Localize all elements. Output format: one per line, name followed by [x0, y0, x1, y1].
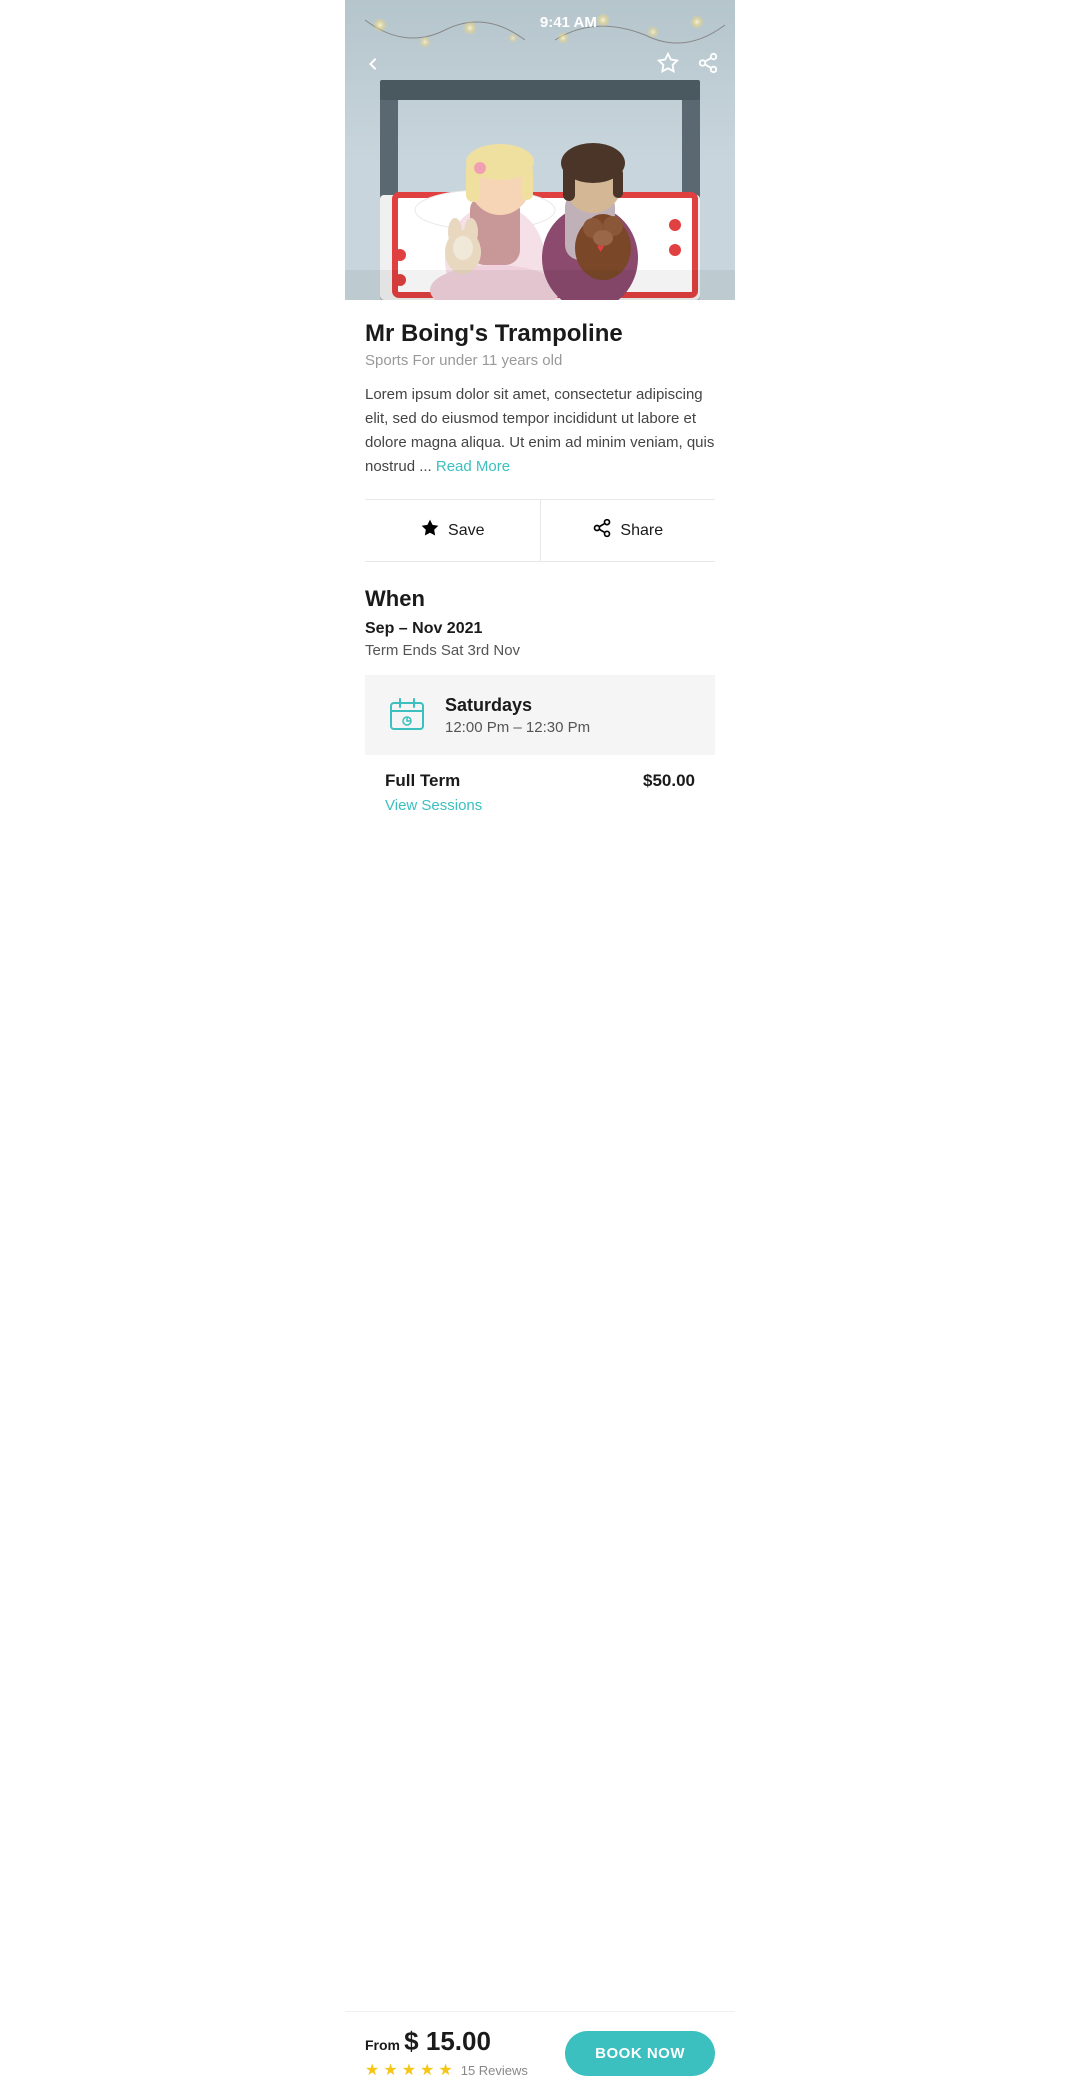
description-text: Lorem ipsum dolor sit amet, consectetur …	[365, 386, 714, 475]
schedule-day: Saturdays	[445, 695, 590, 716]
hero-scene-svg: ♥	[345, 0, 735, 300]
battery-percent: 20%	[1011, 15, 1037, 30]
wifi-icon	[110, 16, 126, 29]
activity-description: Lorem ipsum dolor sit amet, consectetur …	[365, 383, 715, 479]
signal-dots	[16, 18, 60, 26]
svg-text:♥: ♥	[597, 241, 604, 255]
action-row: Save Share	[365, 499, 715, 562]
pricing-row: Full Term $50.00	[385, 771, 695, 791]
star-5: ★	[438, 2060, 452, 2080]
date-range: Sep – Nov 2021	[365, 620, 715, 638]
share-button[interactable]: Share	[541, 500, 716, 561]
battery-icon	[1042, 16, 1064, 28]
star-3: ★	[402, 2060, 416, 2080]
save-hero-button[interactable]	[657, 52, 679, 80]
read-more-button[interactable]: Read More	[436, 458, 510, 475]
star-4: ★	[420, 2060, 434, 2080]
activity-title: Mr Boing's Trampoline	[365, 320, 715, 348]
save-label: Save	[448, 522, 484, 540]
star-1: ★	[365, 2060, 379, 2080]
schedule-time: 12:00 Pm – 12:30 Pm	[445, 719, 590, 736]
pricing-section: Full Term $50.00 View Sessions	[365, 771, 715, 835]
status-left: Carrier	[16, 15, 126, 30]
pricing-label: Full Term	[385, 771, 460, 791]
price-from: From $ 15.00 ★ ★ ★ ★ ★ 15 Reviews	[365, 2026, 528, 2080]
dot-3	[40, 18, 48, 26]
pricing-amount: $50.00	[643, 771, 695, 791]
carrier-label: Carrier	[65, 15, 105, 30]
price-from-text: From $ 15.00	[365, 2026, 528, 2057]
when-section: When Sep – Nov 2021 Term Ends Sat 3rd No…	[345, 562, 735, 855]
calendar-icon	[385, 693, 429, 737]
dot-1	[16, 18, 24, 26]
from-label: From	[365, 2037, 400, 2053]
price-amount: $ 15.00	[404, 2026, 491, 2056]
share-label: Share	[620, 522, 663, 540]
star-2: ★	[383, 2060, 397, 2080]
bottom-spacer	[345, 855, 735, 955]
hero-image: ♥	[345, 0, 735, 300]
share-icon	[592, 518, 612, 543]
book-now-button[interactable]: BOOK NOW	[565, 2031, 715, 2076]
save-star-icon	[420, 518, 440, 543]
status-right: 20%	[1011, 15, 1064, 30]
activity-subtitle: Sports For under 11 years old	[365, 352, 715, 369]
share-hero-button[interactable]	[697, 52, 719, 80]
reviews-count: 15 Reviews	[461, 2063, 528, 2078]
nav-actions	[657, 52, 719, 80]
schedule-info: Saturdays 12:00 Pm – 12:30 Pm	[445, 695, 590, 736]
battery-fill	[1044, 18, 1048, 26]
status-bar: Carrier 9:41 AM 20%	[0, 0, 1080, 44]
schedule-card: Saturdays 12:00 Pm – 12:30 Pm	[365, 675, 715, 755]
bottom-bar: From $ 15.00 ★ ★ ★ ★ ★ 15 Reviews BOOK N…	[345, 2011, 735, 2100]
dot-4	[52, 18, 60, 26]
main-content: Mr Boing's Trampoline Sports For under 1…	[345, 300, 735, 562]
back-button[interactable]	[361, 52, 385, 83]
status-time: 9:41 AM	[540, 14, 597, 31]
when-heading: When	[365, 586, 715, 612]
view-sessions-button[interactable]: View Sessions	[385, 797, 482, 814]
term-end: Term Ends Sat 3rd Nov	[365, 642, 715, 659]
stars-row: ★ ★ ★ ★ ★ 15 Reviews	[365, 2060, 528, 2080]
save-button[interactable]: Save	[365, 500, 541, 561]
dot-2	[28, 18, 36, 26]
